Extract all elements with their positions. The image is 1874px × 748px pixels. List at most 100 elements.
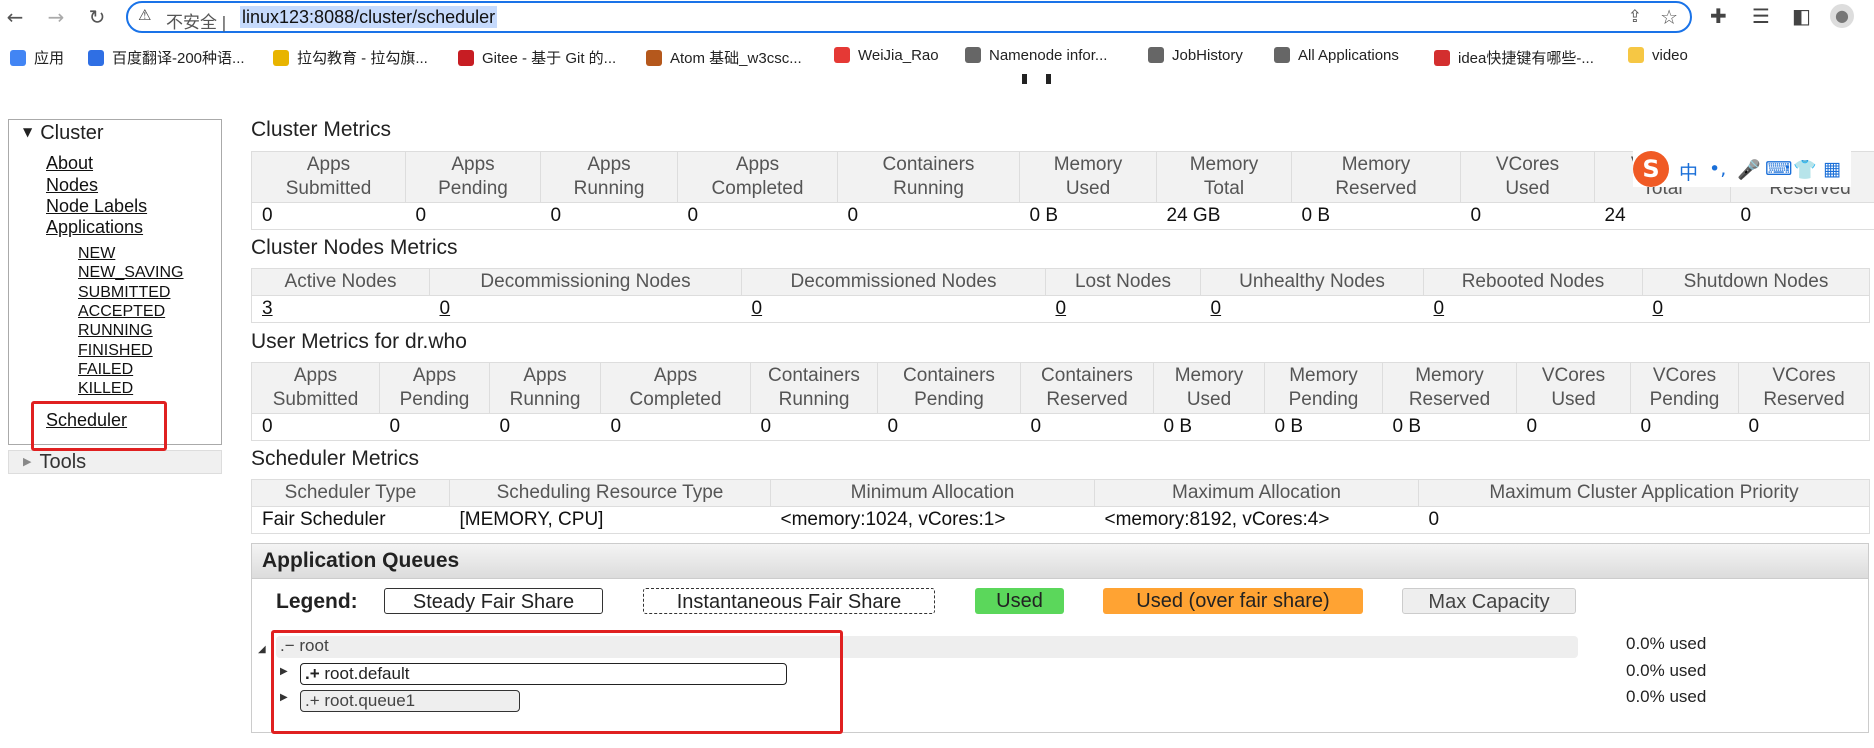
column-header[interactable]: Decommissioning Nodes [429, 268, 742, 296]
ime-tool-icon[interactable]: ▦ [1823, 158, 1841, 180]
column-header[interactable]: Lost Nodes [1045, 268, 1201, 296]
tools-section-header[interactable]: ▶ Tools [8, 450, 222, 474]
cell-value: 0 [415, 205, 427, 226]
column-header[interactable]: Memory Reserved [1382, 362, 1517, 414]
bookmark-star-icon[interactable]: ☆ [1660, 5, 1678, 29]
sidebar-state-submitted[interactable]: SUBMITTED [78, 284, 170, 302]
table-cell[interactable]: 0 [1642, 295, 1870, 323]
column-header[interactable]: Active Nodes [251, 268, 430, 296]
column-header[interactable]: VCores Used [1516, 362, 1631, 414]
column-header[interactable]: VCores Used [1460, 151, 1595, 203]
address-bar[interactable]: ⚠ 不安全 | linux123:8088/cluster/scheduler … [126, 1, 1692, 33]
queue-root-collapse-icon[interactable]: ◢ [258, 644, 266, 655]
reload-icon[interactable]: ↻ [84, 4, 110, 30]
column-header[interactable]: VCores Pending [1630, 362, 1739, 414]
cell-value[interactable]: 0 [440, 298, 451, 319]
profile-icon[interactable]: ● [1830, 4, 1854, 28]
column-header[interactable]: VCores Reserved [1738, 362, 1870, 414]
column-header[interactable]: Memory Used [1153, 362, 1265, 414]
column-header[interactable]: Containers Pending [877, 362, 1021, 414]
scheduler-metrics-table: Scheduler Type Scheduling Resource Type Mi… [251, 479, 1870, 534]
bookmark-item[interactable]: JobHistory [1148, 47, 1243, 64]
sidebar-state-finished[interactable]: FINISHED [78, 342, 153, 360]
column-header[interactable]: Apps Pending [379, 362, 490, 414]
ime-tool-icon[interactable]: 👕 [1793, 158, 1817, 181]
table-cell[interactable]: 3 [251, 295, 430, 323]
column-header[interactable]: Memory Pending [1264, 362, 1383, 414]
share-icon[interactable]: ⇪ [1628, 7, 1642, 27]
column-header[interactable]: Memory Reserved [1291, 151, 1461, 203]
table-cell[interactable]: 0 [1200, 295, 1424, 323]
sidebar-link-node-labels[interactable]: Node Labels [46, 196, 147, 217]
extensions-icon[interactable]: ✚ [1710, 4, 1727, 28]
bookmark-item[interactable]: video [1628, 47, 1688, 64]
column-header[interactable]: Minimum Allocation [770, 479, 1095, 507]
bookmark-item[interactable]: Atom 基础_w3csc... [646, 47, 802, 68]
sidebar-state-new[interactable]: NEW [78, 245, 115, 263]
ime-tool-icon[interactable]: •, [1709, 158, 1726, 180]
sidebar-link-about[interactable]: About [46, 153, 93, 174]
column-header[interactable]: Apps Submitted [251, 362, 380, 414]
table-cell: 0 B [1382, 413, 1517, 441]
cell-value: 0 [389, 416, 401, 437]
cell-value[interactable]: 3 [262, 298, 273, 319]
sidebar-state-running[interactable]: RUNNING [78, 322, 153, 340]
column-header[interactable]: Memory Used [1019, 151, 1157, 203]
column-header[interactable]: Apps Running [540, 151, 678, 203]
column-header[interactable]: Apps Pending [405, 151, 541, 203]
bookmark-item[interactable]: Namenode infor... [965, 47, 1107, 64]
ime-tool-icon[interactable]: 中 [1679, 158, 1698, 185]
cell-value[interactable]: 0 [1056, 298, 1067, 319]
column-header[interactable]: Decommissioned Nodes [741, 268, 1046, 296]
column-header[interactable]: Scheduler Type [251, 479, 450, 507]
column-header[interactable]: Containers Running [750, 362, 878, 414]
header-line: Apps [306, 154, 351, 175]
ime-toolbar[interactable]: S 中 •, 🎤 ⌨ 👕 ▦ [1633, 151, 1851, 187]
reading-list-icon[interactable]: ☰ [1752, 4, 1770, 28]
column-header[interactable]: Maximum Cluster Application Priority [1418, 479, 1870, 507]
column-header[interactable]: Apps Completed [600, 362, 751, 414]
table-cell[interactable]: 0 [429, 295, 742, 323]
column-header[interactable]: Apps Completed [677, 151, 838, 203]
forward-icon[interactable]: → [43, 4, 69, 30]
sidebar-state-new_saving[interactable]: NEW_SAVING [78, 264, 184, 282]
bookmark-item[interactable]: WeiJia_Rao [834, 47, 939, 64]
cell-value[interactable]: 0 [1211, 298, 1222, 319]
bookmark-item[interactable]: 拉勾教育 - 拉勾旗... [273, 47, 428, 68]
bookmark-item[interactable]: 百度翻译-200种语... [88, 47, 245, 68]
table-cell[interactable]: 0 [1423, 295, 1643, 323]
sidebar-state-killed[interactable]: KILLED [78, 380, 133, 398]
bookmark-item[interactable]: idea快捷键有哪些-... [1434, 47, 1594, 68]
table-cell[interactable]: 0 [741, 295, 1046, 323]
back-icon[interactable]: ← [2, 4, 28, 30]
ime-tool-icon[interactable]: ⌨ [1765, 158, 1792, 180]
cell-value: 0 [1030, 416, 1042, 437]
bookmark-item[interactable]: Gitee - 基于 Git 的... [458, 47, 616, 68]
url-text[interactable]: linux123:8088/cluster/scheduler [240, 6, 498, 28]
column-header[interactable]: Maximum Allocation [1094, 479, 1419, 507]
warning-icon[interactable]: ⚠ [138, 6, 151, 24]
bookmark-item[interactable]: All Applications [1274, 47, 1399, 64]
cell-value[interactable]: 0 [752, 298, 763, 319]
table-cell[interactable]: 0 [1045, 295, 1201, 323]
sidebar-state-failed[interactable]: FAILED [78, 361, 133, 379]
cell-value[interactable]: 0 [1653, 298, 1664, 319]
column-header[interactable]: Rebooted Nodes [1423, 268, 1643, 296]
sidebar-link-nodes[interactable]: Nodes [46, 175, 98, 196]
cluster-section-header[interactable]: ▼ Cluster [23, 122, 104, 145]
column-header[interactable]: Shutdown Nodes [1642, 268, 1870, 296]
bookmark-item[interactable]: 应用 [10, 47, 64, 68]
sidebar-state-accepted[interactable]: ACCEPTED [78, 303, 165, 321]
column-header[interactable]: Apps Running [489, 362, 601, 414]
side-panel-icon[interactable]: ◧ [1792, 4, 1811, 28]
cell-value[interactable]: 0 [1434, 298, 1445, 319]
ime-tool-icon[interactable]: 🎤 [1737, 158, 1761, 181]
column-header[interactable]: Apps Submitted [251, 151, 406, 203]
sogou-logo-icon[interactable]: S [1633, 151, 1669, 187]
column-header[interactable]: Unhealthy Nodes [1200, 268, 1424, 296]
column-header[interactable]: Memory Total [1156, 151, 1292, 203]
sidebar-link-applications[interactable]: Applications [46, 217, 143, 238]
column-header[interactable]: Containers Reserved [1020, 362, 1154, 414]
column-header[interactable]: Scheduling Resource Type [449, 479, 771, 507]
column-header[interactable]: Containers Running [837, 151, 1020, 203]
